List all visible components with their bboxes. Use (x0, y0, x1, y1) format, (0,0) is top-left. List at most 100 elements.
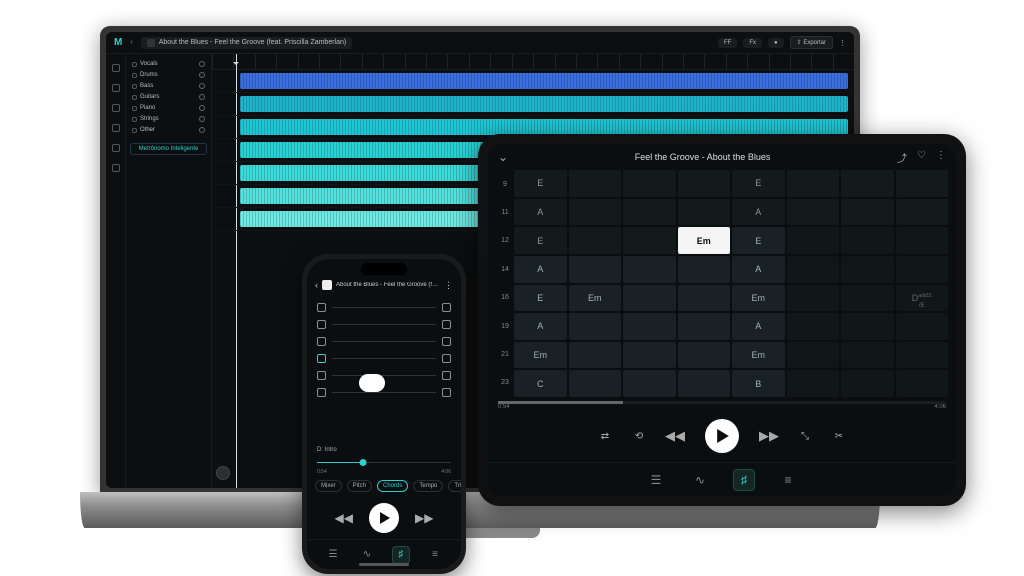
other-icon[interactable] (317, 388, 326, 397)
track-slider[interactable] (332, 307, 436, 308)
mode-pill-tempo[interactable]: Tempo (413, 480, 443, 492)
chord-cell[interactable] (841, 285, 894, 312)
chord-cell[interactable] (787, 285, 840, 312)
volume-knob[interactable] (199, 116, 205, 122)
ruler-tick[interactable] (619, 54, 640, 69)
ruler-tick[interactable] (555, 54, 576, 69)
visibility-icon[interactable] (132, 106, 137, 111)
ruler-tick[interactable] (662, 54, 683, 69)
mute-icon[interactable] (442, 303, 451, 312)
visibility-icon[interactable] (132, 117, 137, 122)
chord-cell[interactable] (841, 170, 894, 197)
chord-cell[interactable] (569, 170, 622, 197)
ruler-tick[interactable] (833, 54, 854, 69)
mixer-track[interactable] (317, 337, 451, 346)
back-icon[interactable]: ‹ (315, 280, 318, 290)
view-tab-lyrics[interactable]: ≡ (426, 546, 444, 564)
chord-cell[interactable] (787, 227, 840, 254)
mute-icon[interactable] (442, 320, 451, 329)
chord-cell[interactable] (569, 313, 622, 340)
track-row[interactable]: Guitars (130, 93, 207, 101)
visibility-icon[interactable] (132, 84, 137, 89)
chord-cell[interactable] (569, 342, 622, 369)
ruler-tick[interactable] (726, 54, 747, 69)
chord-cell[interactable] (787, 313, 840, 340)
ruler-tick[interactable] (811, 54, 832, 69)
track-slider[interactable] (332, 358, 436, 359)
chord-cell[interactable]: E (514, 227, 567, 254)
track-row[interactable]: Strings (130, 115, 207, 123)
bass-icon[interactable] (317, 337, 326, 346)
chord-cell[interactable] (841, 199, 894, 226)
view-tab-waveform[interactable]: ∿ (689, 469, 711, 491)
user-avatar[interactable] (216, 466, 230, 480)
chord-cell[interactable] (623, 199, 676, 226)
chord-cell[interactable] (896, 227, 949, 254)
vocals-icon[interactable] (317, 303, 326, 312)
chord-cell[interactable] (841, 342, 894, 369)
ruler-tick[interactable] (405, 54, 426, 69)
mixer-track[interactable] (317, 303, 451, 312)
visibility-icon[interactable] (132, 95, 137, 100)
ruler-tick[interactable] (319, 54, 340, 69)
mode-pill-trim[interactable]: Trim (448, 480, 461, 492)
ruler-tick[interactable] (512, 54, 533, 69)
chord-cell[interactable] (569, 370, 622, 397)
mode-pill-chords[interactable]: Chords (377, 480, 408, 492)
chord-cell[interactable] (678, 313, 731, 340)
track-row[interactable]: Piano (130, 104, 207, 112)
view-tab-list[interactable]: ☰ (324, 546, 342, 564)
track-row[interactable]: Bass (130, 82, 207, 90)
track-slider[interactable] (332, 392, 436, 393)
chord-cell[interactable]: A (514, 313, 567, 340)
chord-cell[interactable] (896, 170, 949, 197)
progress-bar[interactable] (498, 401, 946, 404)
chord-cell[interactable] (678, 256, 731, 283)
collapse-icon[interactable]: ⌄ (498, 150, 508, 164)
volume-knob[interactable] (199, 72, 205, 78)
chord-cell[interactable] (841, 256, 894, 283)
view-tab-lyrics[interactable]: ≡ (777, 469, 799, 491)
song-title-pill[interactable]: About the Blues - Feel the Groove (feat.… (141, 37, 353, 49)
back-icon[interactable]: ‹ (130, 39, 132, 46)
ruler-tick[interactable] (640, 54, 661, 69)
mode-pill-mixer[interactable]: Mixer (315, 480, 342, 492)
chord-cell[interactable]: E (514, 170, 567, 197)
nav-icon-4[interactable] (112, 124, 120, 132)
rewind-button[interactable]: ◀◀ (335, 511, 353, 525)
chord-cell[interactable]: Em (569, 285, 622, 312)
waveform-lane[interactable] (212, 93, 854, 116)
chord-cell[interactable] (787, 256, 840, 283)
visibility-icon[interactable] (132, 128, 137, 133)
chord-cell[interactable] (787, 170, 840, 197)
chord-cell[interactable]: Dadd11/E (896, 285, 949, 312)
app-logo[interactable]: M (114, 37, 122, 48)
rewind-button[interactable]: ◀◀ (667, 428, 683, 444)
progress-bar[interactable] (317, 457, 451, 469)
chord-cell[interactable] (623, 170, 676, 197)
progress-thumb[interactable] (359, 459, 366, 466)
chord-cell[interactable] (787, 199, 840, 226)
more-icon[interactable]: ⋮ (444, 280, 453, 291)
chord-cell[interactable]: A (514, 256, 567, 283)
chord-cell[interactable] (787, 370, 840, 397)
chord-cell[interactable] (623, 313, 676, 340)
chord-cell[interactable] (678, 370, 731, 397)
ruler-tick[interactable] (597, 54, 618, 69)
ruler-tick[interactable] (747, 54, 768, 69)
ruler-tick[interactable] (533, 54, 554, 69)
mute-icon[interactable] (442, 388, 451, 397)
volume-knob[interactable] (199, 83, 205, 89)
chord-cell[interactable] (569, 199, 622, 226)
chord-cell[interactable] (896, 199, 949, 226)
waveform-clip[interactable] (240, 119, 848, 135)
nav-icon-5[interactable] (112, 144, 120, 152)
volume-knob[interactable] (199, 94, 205, 100)
heart-icon[interactable]: ♡ (917, 150, 926, 165)
ruler-tick[interactable] (298, 54, 319, 69)
chord-cell[interactable]: E (732, 227, 785, 254)
nav-icon-1[interactable] (112, 64, 120, 72)
track-slider[interactable] (332, 341, 436, 342)
ruler-tick[interactable] (212, 54, 233, 69)
visibility-icon[interactable] (132, 62, 137, 67)
